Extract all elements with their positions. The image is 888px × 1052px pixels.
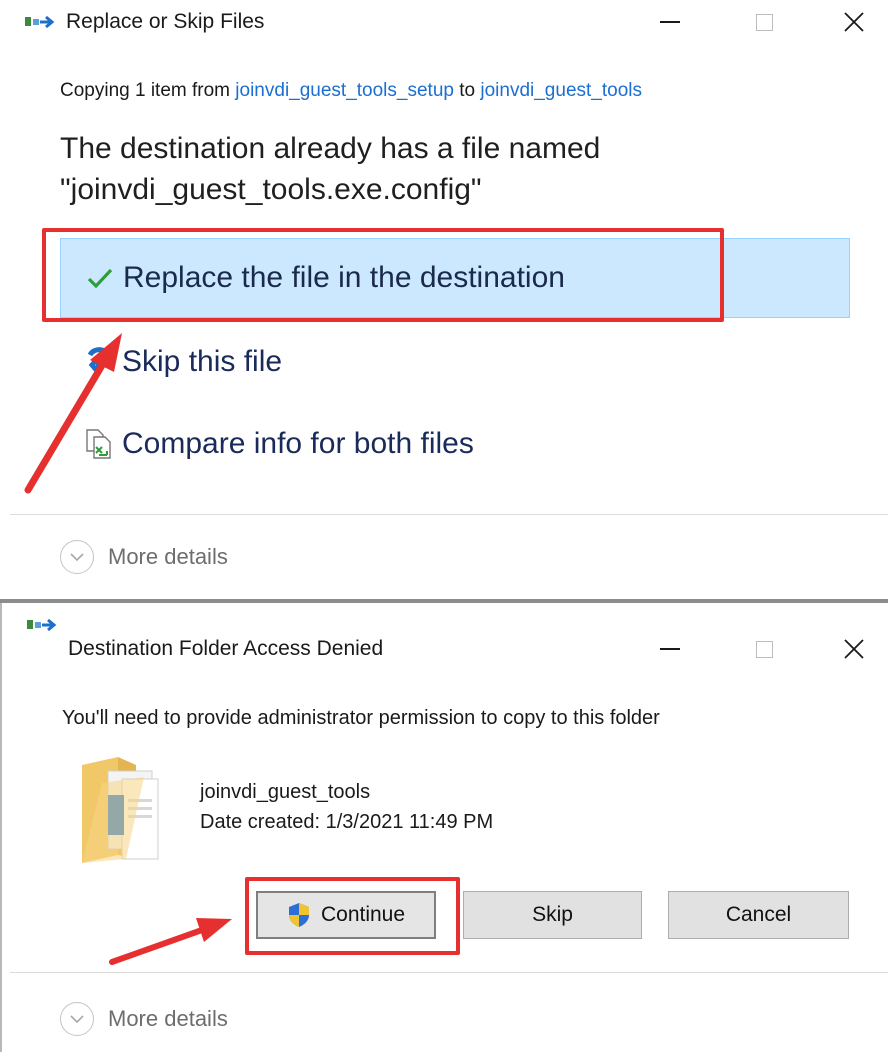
copy-middle: to (453, 80, 481, 101)
compare-files-label: Compare info for both files (122, 427, 474, 460)
close-button[interactable] (834, 6, 874, 38)
copy-prefix: Copying 1 item from (60, 80, 236, 101)
folder-icon (82, 757, 159, 863)
conflict-message-line1: The destination already has a file named (60, 132, 601, 165)
annotation-highlight-box (245, 877, 460, 955)
copy-status-line: Copying 1 item from joinvdi_guest_tools_… (60, 80, 642, 102)
folder-date-created: Date created: 1/3/2021 11:49 PM (200, 811, 494, 833)
more-details-label: More details (108, 1006, 228, 1031)
footer-divider (10, 514, 888, 515)
chevron-down-icon (60, 1002, 94, 1036)
compare-icon (74, 424, 124, 464)
screenshot-stage: Replace or Skip Files Copying 1 item fro… (0, 0, 888, 1052)
file-move-icon (27, 618, 57, 632)
folder-name: joinvdi_guest_tools (200, 781, 371, 803)
close-icon (844, 12, 864, 32)
permission-message: You'll need to provide administrator per… (62, 707, 660, 729)
annotation-highlight-box (42, 228, 724, 322)
compare-files-option[interactable]: Compare info for both files (60, 404, 850, 484)
cancel-label: Cancel (725, 903, 792, 926)
footer-divider (10, 972, 888, 973)
title-bar: Replace or Skip Files (0, 0, 888, 44)
close-button[interactable] (834, 633, 874, 665)
more-details-label: More details (108, 544, 228, 569)
skip-file-label: Skip this file (122, 345, 283, 378)
minimize-icon (660, 21, 680, 23)
minimize-button[interactable] (650, 633, 690, 665)
skip-button[interactable]: Skip (463, 891, 642, 939)
more-details-toggle[interactable]: More details (60, 540, 228, 574)
window-title: Destination Folder Access Denied (68, 637, 384, 660)
minimize-button[interactable] (650, 6, 690, 38)
maximize-icon (755, 13, 773, 31)
access-denied-dialog: Destination Folder Access Denied You'll … (0, 603, 888, 1052)
title-bar: Destination Folder Access Denied (0, 603, 888, 660)
source-folder-link[interactable]: joinvdi_guest_tools_setup (235, 80, 454, 101)
skip-file-option[interactable]: Skip this file (60, 322, 850, 402)
conflict-filename: "joinvdi_guest_tools.exe.config" (60, 173, 482, 206)
close-icon (844, 639, 864, 659)
maximize-icon (755, 640, 773, 658)
maximize-button[interactable] (744, 6, 784, 38)
window-edge (0, 603, 2, 1052)
skip-label: Skip (532, 903, 573, 926)
maximize-button[interactable] (744, 633, 784, 665)
skip-icon (74, 342, 124, 382)
destination-folder-link[interactable]: joinvdi_guest_tools (480, 80, 642, 101)
cancel-button[interactable]: Cancel (668, 891, 849, 939)
window-title: Replace or Skip Files (66, 10, 265, 33)
replace-or-skip-dialog: Replace or Skip Files Copying 1 item fro… (0, 0, 888, 600)
more-details-toggle[interactable]: More details (60, 1002, 228, 1036)
chevron-down-icon (60, 540, 94, 574)
conflict-message: The destination already has a file named… (60, 128, 840, 210)
minimize-icon (660, 648, 680, 650)
file-move-icon (25, 15, 55, 29)
